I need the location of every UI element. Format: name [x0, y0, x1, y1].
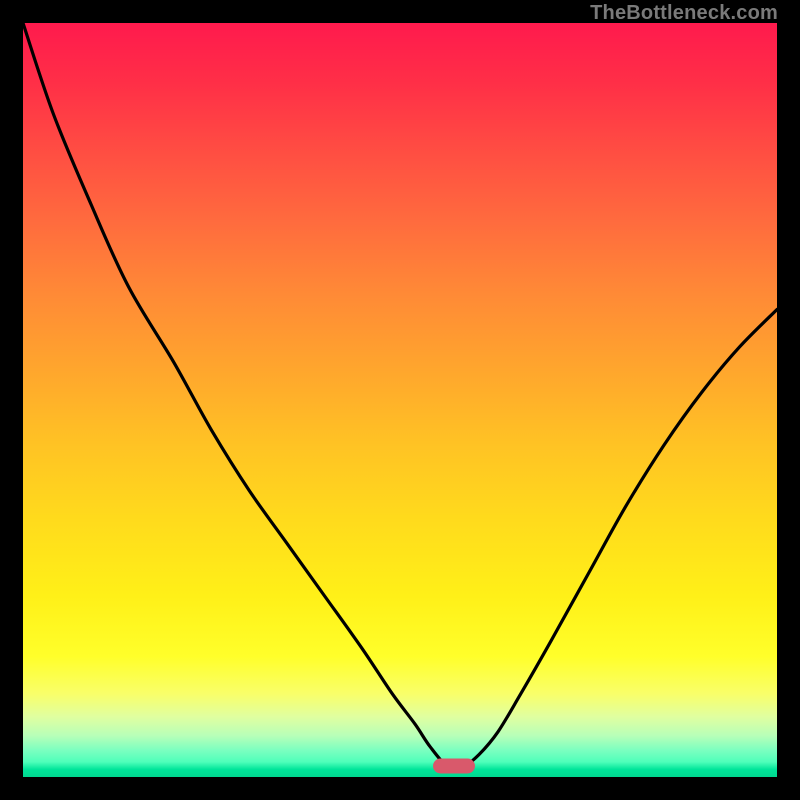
curve-path [23, 23, 777, 768]
bottleneck-curve [23, 23, 777, 777]
plot-area [23, 23, 777, 777]
watermark-text: TheBottleneck.com [590, 2, 778, 25]
chart-frame: TheBottleneck.com [0, 0, 800, 800]
optimal-marker [433, 758, 475, 773]
